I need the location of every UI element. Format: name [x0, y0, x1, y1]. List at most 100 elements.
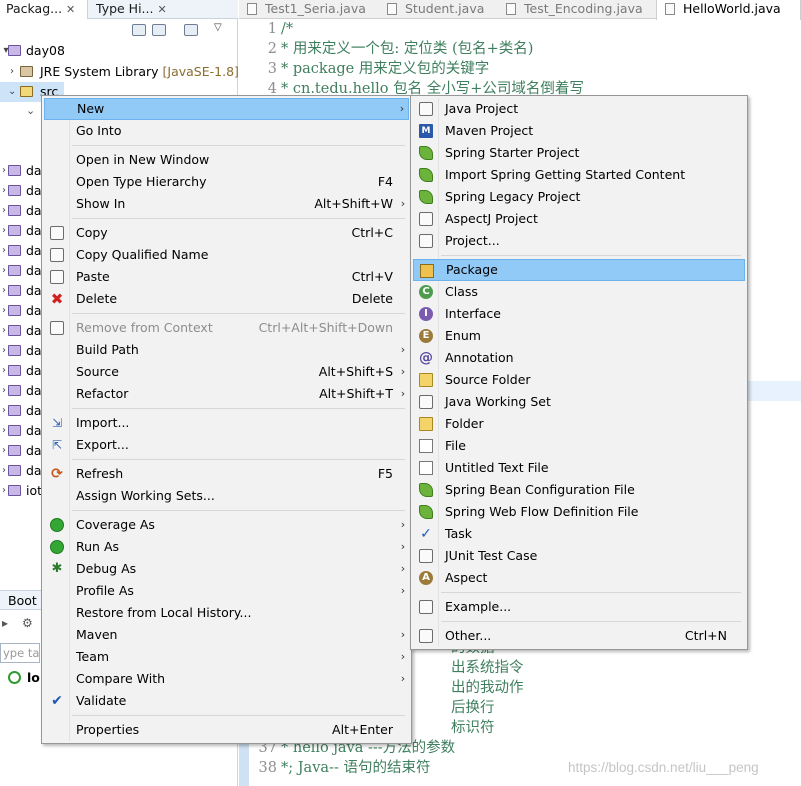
menu-item-java-working-set[interactable]: Java Working Set [413, 391, 745, 413]
menu-item-example[interactable]: Example... [413, 596, 745, 618]
menu-item-label: Team [76, 649, 110, 664]
chevron-right-icon[interactable]: › [0, 241, 8, 261]
menu-item-spring-legacy-project[interactable]: Spring Legacy Project [413, 186, 745, 208]
tab-type-hierarchy[interactable]: Type Hi... ✕ [90, 0, 200, 19]
code-line[interactable]: 2 * 用来定义一个包: 定位类 (包名+类名) [239, 39, 534, 60]
menu-item-java-project[interactable]: Java Project [413, 98, 745, 120]
chevron-right-icon[interactable]: › [0, 281, 8, 301]
menu-item-import-spring-getting-started-content[interactable]: Import Spring Getting Started Content [413, 164, 745, 186]
menu-item-interface[interactable]: I Interface [413, 303, 745, 325]
menu-item-project[interactable]: Project... [413, 230, 745, 252]
chevron-right-icon[interactable]: › [0, 221, 8, 241]
tab-package-explorer[interactable]: Packag... ✕ [0, 0, 88, 19]
menu-item-open-type-hierarchy[interactable]: Open Type Hierarchy F4 [44, 171, 409, 193]
chevron-right-icon[interactable]: › [0, 381, 8, 401]
menu-item-delete[interactable]: ✖ Delete Delete [44, 288, 409, 310]
chevron-right-icon[interactable]: › [0, 441, 8, 461]
menu-item-annotation[interactable]: @ Annotation [413, 347, 745, 369]
menu-item-other[interactable]: Other... Ctrl+N [413, 625, 745, 647]
chevron-right-icon[interactable]: › [0, 421, 8, 441]
menu-item-spring-starter-project[interactable]: Spring Starter Project [413, 142, 745, 164]
menu-item-aspectj-project[interactable]: AspectJ Project [413, 208, 745, 230]
project-icon [8, 345, 21, 356]
menu-item-junit-test-case[interactable]: JUnit Test Case [413, 545, 745, 567]
menu-item-properties[interactable]: Properties Alt+Enter [44, 719, 409, 741]
menu-item-copy-qualified-name[interactable]: Copy Qualified Name [44, 244, 409, 266]
code-line[interactable]: 38 *; Java-- 语句的结束符 [239, 758, 431, 779]
code-line[interactable]: 1/* [239, 19, 293, 40]
menu-item-spring-bean-configuration-file[interactable]: Spring Bean Configuration File [413, 479, 745, 501]
menu-item-run-as[interactable]: Run As › [44, 536, 409, 558]
menu-item-source-folder[interactable]: Source Folder [413, 369, 745, 391]
chevron-right-icon[interactable]: › [0, 361, 8, 381]
chevron-right-icon[interactable]: › [0, 301, 8, 321]
menu-item-compare-with[interactable]: Compare With › [44, 668, 409, 690]
chevron-right-icon[interactable]: › [0, 161, 8, 181]
menu-separator [72, 313, 405, 314]
menu-item-open-in-new-window[interactable]: Open in New Window [44, 149, 409, 171]
editor-tab-active[interactable]: HelloWorld.java [656, 0, 801, 20]
menu-item-class[interactable]: C Class [413, 281, 745, 303]
menu-item-coverage-as[interactable]: Coverage As › [44, 514, 409, 536]
menu-item-file[interactable]: File [413, 435, 745, 457]
collapse-all-icon[interactable] [132, 24, 146, 36]
menu-item-debug-as[interactable]: ✱ Debug As › [44, 558, 409, 580]
chevron-right-icon[interactable]: › [0, 481, 8, 501]
menu-item-validate[interactable]: ✔ Validate [44, 690, 409, 712]
menu-item-export[interactable]: ⇱ Export... [44, 434, 409, 456]
focus-icon[interactable] [184, 24, 198, 36]
close-icon[interactable]: ✕ [157, 3, 166, 16]
menu-item-go-into[interactable]: Go Into [44, 120, 409, 142]
menu-item-show-in[interactable]: Show In Alt+Shift+W › [44, 193, 409, 215]
menu-item-maven-project[interactable]: M Maven Project [413, 120, 745, 142]
menu-item-team[interactable]: Team › [44, 646, 409, 668]
menu-item-import[interactable]: ⇲ Import... [44, 412, 409, 434]
chevron-right-icon[interactable]: › [0, 261, 8, 281]
chevron-down-icon[interactable]: ⌄ [8, 82, 16, 102]
filter-input[interactable]: ype tag [0, 643, 40, 663]
chevron-right-icon[interactable]: › [0, 461, 8, 481]
menu-item-refresh[interactable]: ⟳ Refresh F5 [44, 463, 409, 485]
tab-boot-dashboard[interactable]: Boot [8, 592, 37, 609]
menu-item-folder[interactable]: Folder [413, 413, 745, 435]
chevron-right-icon[interactable]: › [0, 321, 8, 341]
menu-item-new[interactable]: New › [44, 98, 409, 120]
menu-item-paste[interactable]: Paste Ctrl+V [44, 266, 409, 288]
editor-tab[interactable]: Student.java [379, 0, 484, 19]
menu-item-aspect[interactable]: A Aspect [413, 567, 745, 589]
code-line[interactable]: 3 * package 用来定义包的关键字 [239, 59, 490, 80]
link-editor-icon[interactable] [152, 24, 166, 36]
menu-item-untitled-text-file[interactable]: Untitled Text File [413, 457, 745, 479]
chevron-right-icon[interactable]: › [0, 201, 8, 221]
menu-item-assign-working-sets[interactable]: Assign Working Sets... [44, 485, 409, 507]
tree-row-day08[interactable]: ▾ day08 [0, 41, 238, 61]
chevron-right-icon[interactable]: › [0, 401, 8, 421]
chevron-right-icon[interactable]: › [0, 341, 8, 361]
toolbar-icon[interactable]: ▸ [2, 616, 8, 630]
menu-item-task[interactable]: ✓ Task [413, 523, 745, 545]
chevron-right-icon[interactable]: › [8, 62, 16, 82]
menu-item-label: Package [446, 262, 498, 277]
chevron-right-icon[interactable]: › [0, 181, 8, 201]
project-icon [8, 45, 21, 56]
tree-row-jre[interactable]: › JRE System Library [JavaSE-1.8] [0, 62, 239, 82]
menu-item-build-path[interactable]: Build Path › [44, 339, 409, 361]
editor-tab[interactable]: Test_Encoding.java [498, 0, 643, 19]
close-icon[interactable]: ✕ [66, 3, 75, 16]
chevron-down-icon[interactable]: ⌄ [26, 104, 35, 117]
toolbar-icon[interactable]: ⚙ [22, 616, 33, 630]
menu-item-source[interactable]: Source Alt+Shift+S › [44, 361, 409, 383]
jre-label: JRE System Library [40, 64, 159, 79]
project-icon [8, 185, 21, 196]
view-menu-icon[interactable]: ▽ [214, 22, 222, 33]
menu-item-refactor[interactable]: Refactor Alt+Shift+T › [44, 383, 409, 405]
editor-tab[interactable]: Test1_Seria.java [239, 0, 366, 19]
menu-item-profile-as[interactable]: Profile As › [44, 580, 409, 602]
boot-app-row[interactable]: lo [8, 668, 40, 688]
menu-item-copy[interactable]: Copy Ctrl+C [44, 222, 409, 244]
menu-item-maven[interactable]: Maven › [44, 624, 409, 646]
menu-item-restore-from-local-history[interactable]: Restore from Local History... [44, 602, 409, 624]
menu-item-package[interactable]: Package [413, 259, 745, 281]
menu-item-spring-web-flow-definition-file[interactable]: Spring Web Flow Definition File [413, 501, 745, 523]
menu-item-enum[interactable]: E Enum [413, 325, 745, 347]
